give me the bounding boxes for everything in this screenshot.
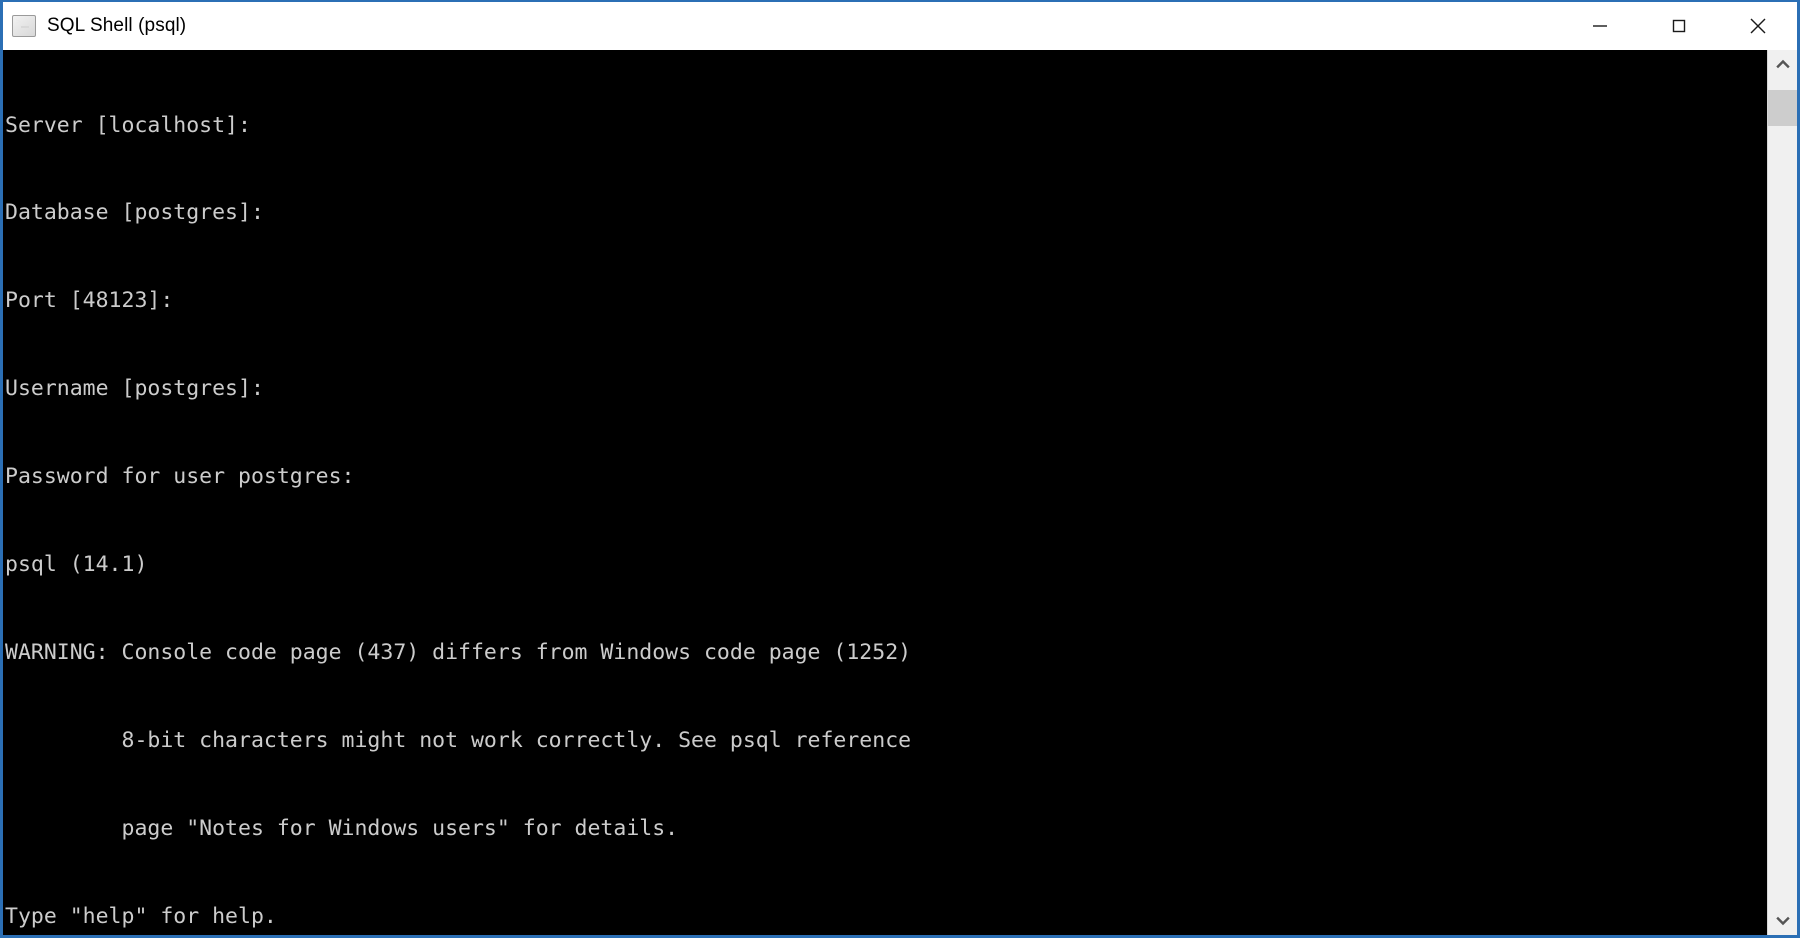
scrollbar-track[interactable] (1768, 78, 1797, 907)
scroll-up-button[interactable] (1768, 50, 1797, 78)
terminal-line: page "Notes for Windows users" for detai… (5, 815, 679, 841)
title-bar[interactable]: SQL Shell (psql) (3, 2, 1797, 50)
terminal-line: Port [48123]: (5, 288, 174, 314)
terminal-line: Database [postgres]: (5, 200, 264, 226)
terminal-line: Username [postgres]: (5, 376, 264, 402)
maximize-icon (1672, 19, 1685, 33)
terminal-output-area[interactable]: Server [localhost]: Database [postgres]:… (3, 50, 1767, 935)
maximize-button[interactable] (1639, 2, 1718, 50)
vertical-scrollbar[interactable] (1767, 50, 1797, 935)
terminal-line: Password for user postgres: (5, 464, 355, 490)
terminal-line: 8-bit characters might not work correctl… (5, 727, 912, 753)
terminal-line: psql (14.1) (5, 552, 148, 578)
terminal-line: Server [localhost]: (5, 112, 251, 138)
minimize-icon (1592, 25, 1607, 27)
close-button[interactable] (1718, 2, 1797, 50)
sql-shell-window: SQL Shell (psql) Server [localhost]: Dat… (0, 0, 1800, 938)
terminal-line: Type "help" for help. (5, 903, 277, 929)
chevron-down-icon (1775, 916, 1790, 926)
close-icon (1750, 18, 1765, 34)
chevron-up-icon (1775, 59, 1790, 69)
console-icon (12, 15, 36, 37)
terminal-lines: Server [localhost]: Database [postgres]:… (3, 52, 1767, 935)
scrollbar-thumb[interactable] (1768, 90, 1797, 126)
terminal-line: WARNING: Console code page (437) differs… (5, 639, 912, 665)
window-title: SQL Shell (psql) (47, 15, 187, 36)
window-controls (1560, 2, 1797, 50)
minimize-button[interactable] (1560, 2, 1639, 50)
title-bar-left: SQL Shell (psql) (3, 2, 1560, 50)
scroll-down-button[interactable] (1768, 907, 1797, 935)
